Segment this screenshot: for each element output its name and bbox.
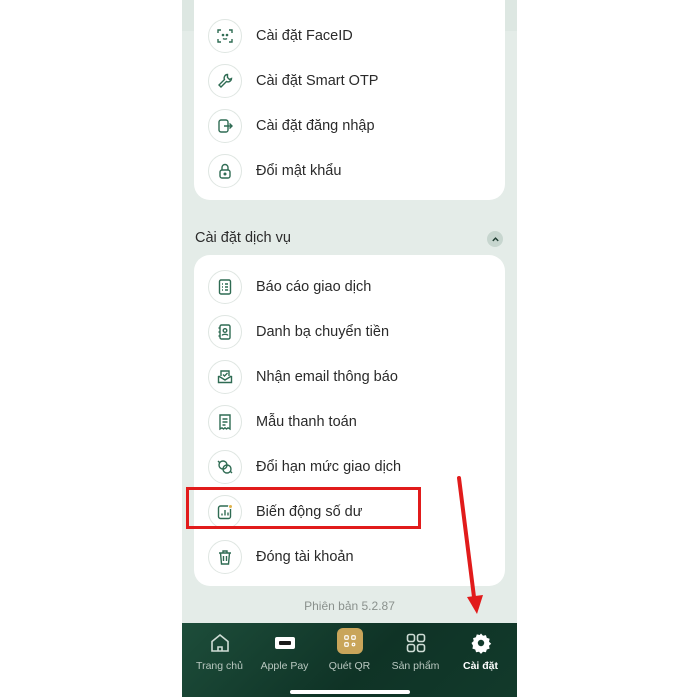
red-arrow-annotation bbox=[457, 476, 483, 614]
